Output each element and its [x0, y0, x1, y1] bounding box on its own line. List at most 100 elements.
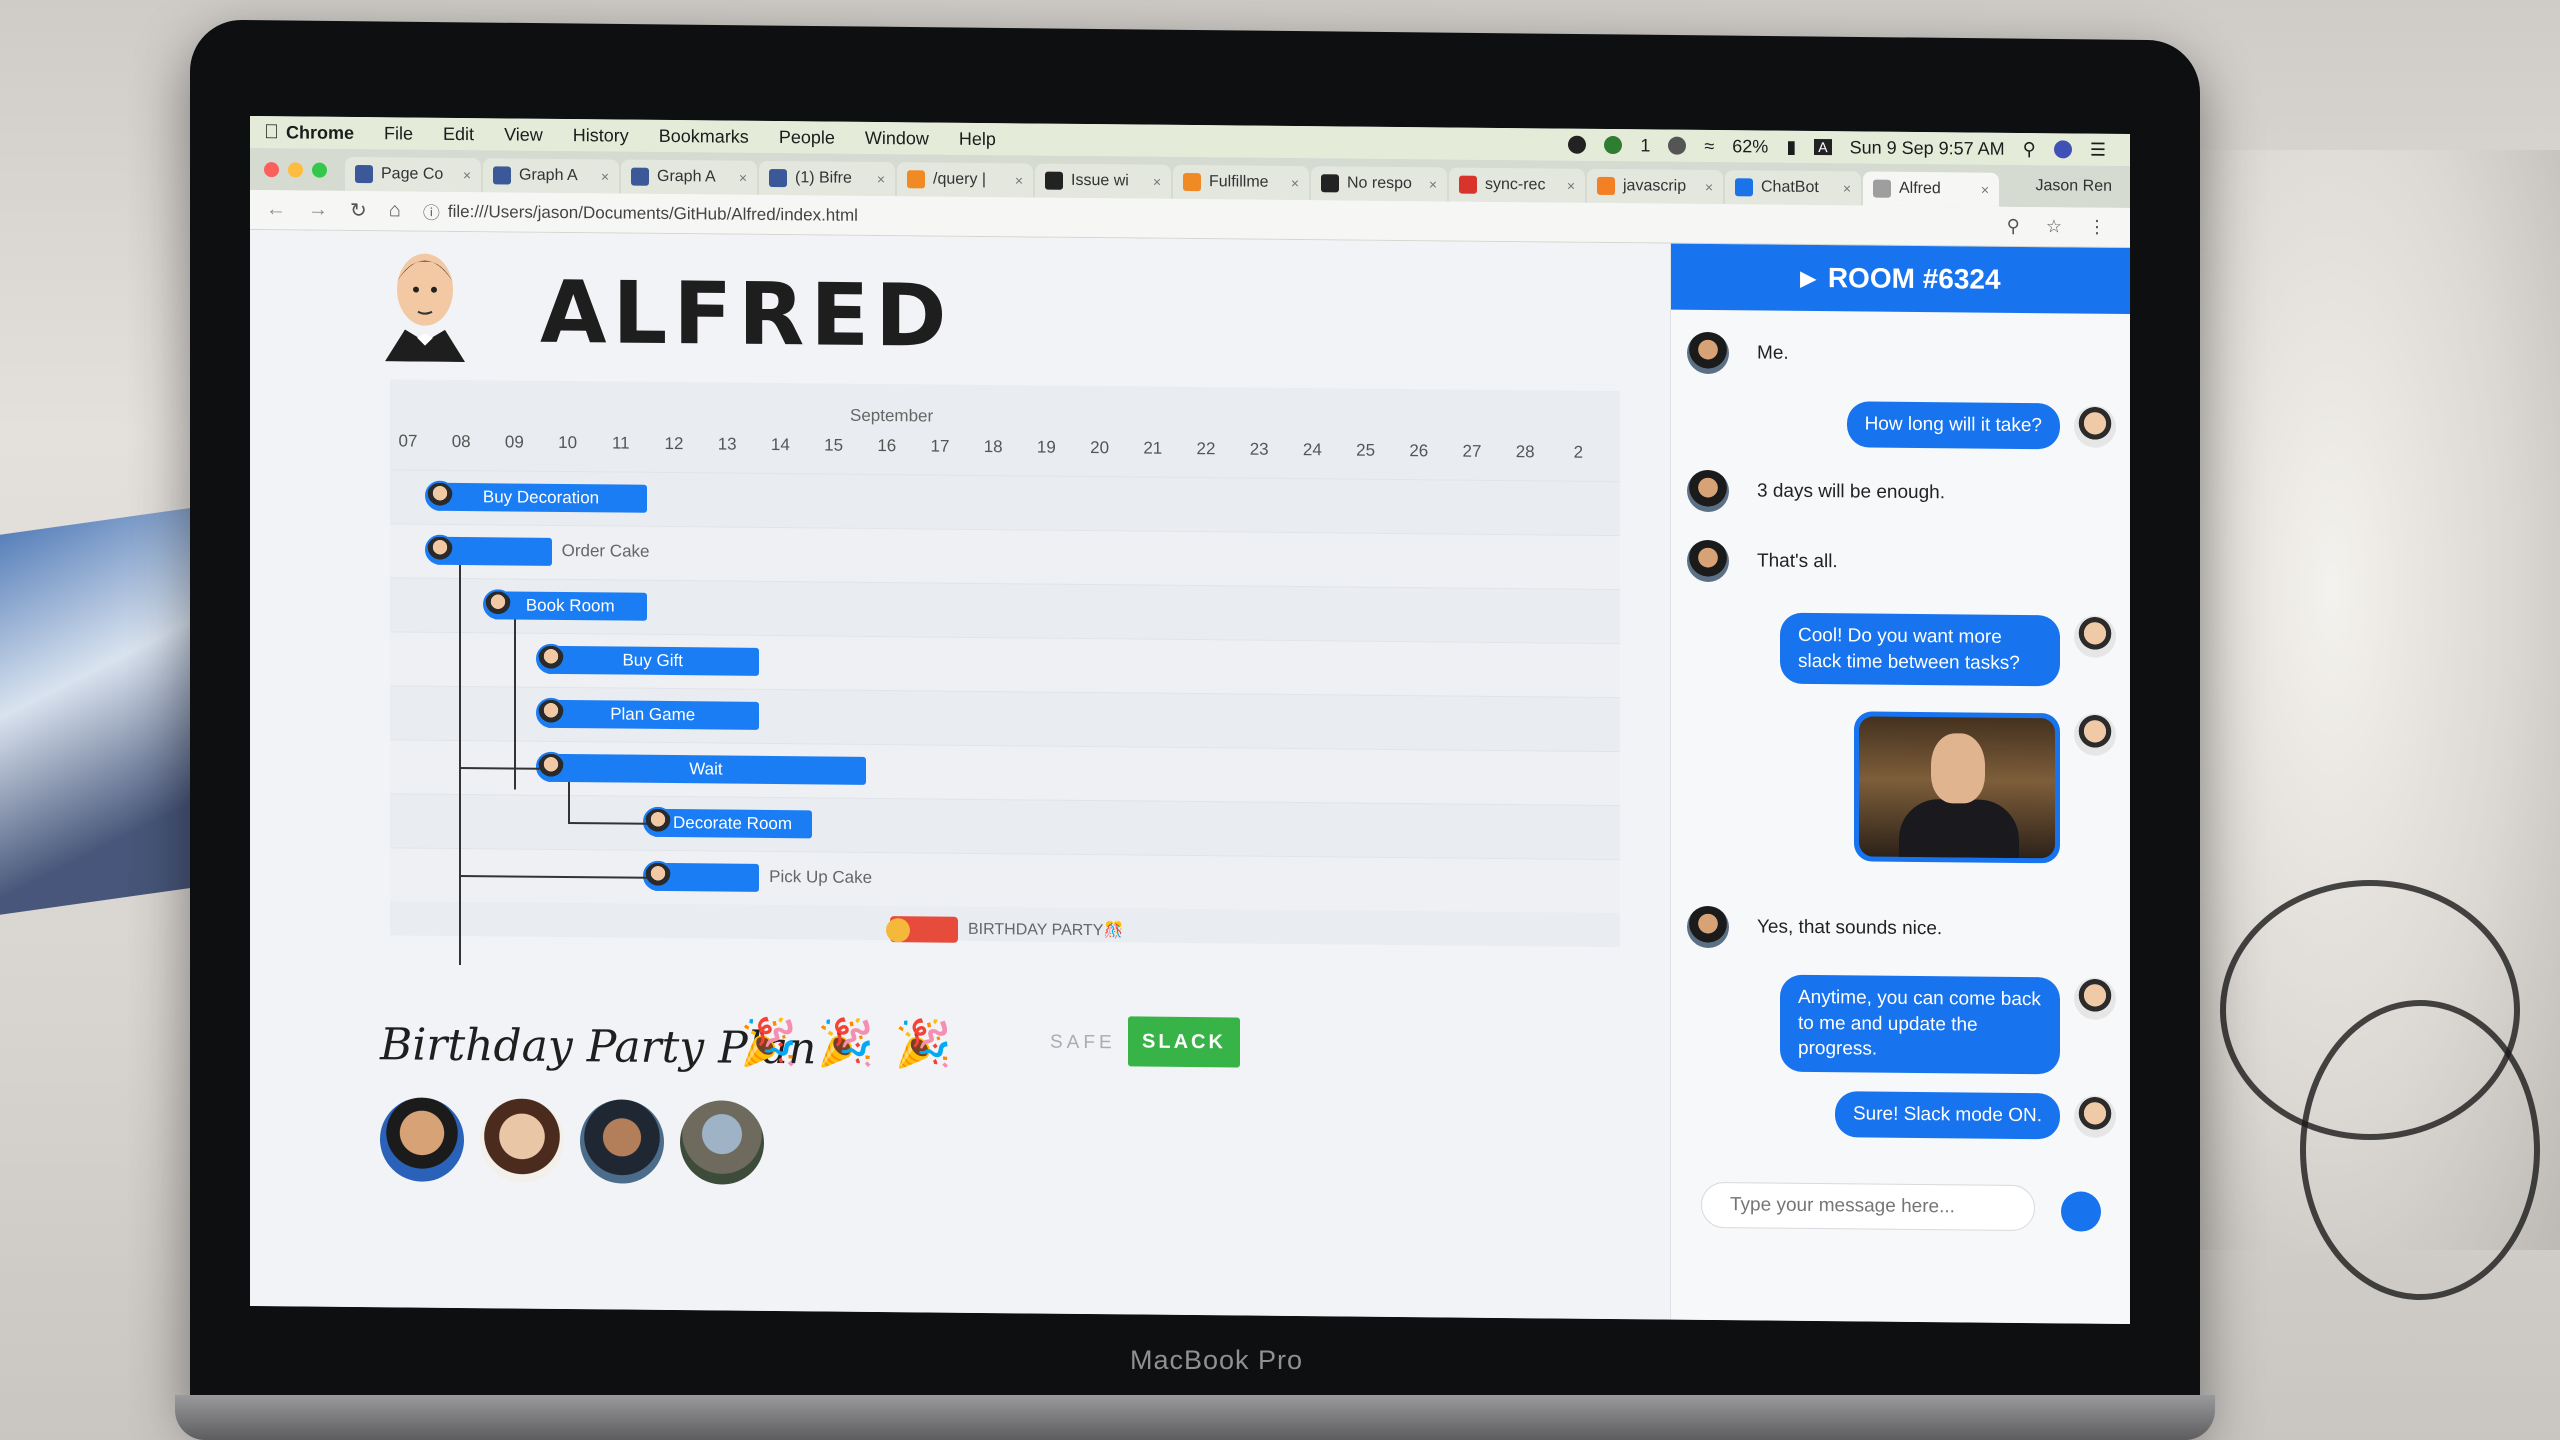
- chat-message-input[interactable]: [1701, 1181, 2035, 1232]
- zoom-window-button[interactable]: [312, 162, 327, 178]
- menu-help[interactable]: Help: [959, 128, 996, 149]
- chat-message-in: Yes, that sounds nice.: [1687, 905, 1956, 951]
- wechat-icon[interactable]: [1604, 135, 1623, 155]
- message-text: Me.: [1757, 342, 1789, 364]
- minimize-window-button[interactable]: [288, 161, 303, 177]
- safe-mode-button[interactable]: SAFE: [1050, 1032, 1116, 1055]
- menu-file[interactable]: File: [384, 123, 413, 144]
- menu-app-name[interactable]: Chrome: [286, 122, 354, 144]
- bookmark-star-icon[interactable]: ☆: [2046, 216, 2062, 237]
- user-avatar: [1687, 469, 1729, 513]
- close-window-button[interactable]: [264, 161, 279, 177]
- assignee-avatar: [424, 480, 455, 511]
- assignee-avatar: [424, 534, 455, 565]
- battery-icon[interactable]: ▮: [1786, 136, 1796, 157]
- gantt-task-bar[interactable]: Plan Game: [536, 697, 760, 730]
- siri-icon[interactable]: [2053, 140, 2072, 159]
- gantt-task-label: Order Cake: [561, 540, 650, 561]
- menu-people[interactable]: People: [779, 127, 835, 149]
- input-source-icon[interactable]: A: [1814, 138, 1832, 156]
- forward-arrow-icon[interactable]: →: [308, 199, 328, 222]
- reload-icon[interactable]: ↻: [350, 198, 367, 223]
- close-tab-icon[interactable]: ×: [1015, 172, 1023, 188]
- close-tab-icon[interactable]: ×: [1705, 179, 1713, 195]
- gantt-task-bar[interactable]: Decorate Room: [642, 806, 813, 839]
- gantt-task-bar[interactable]: Book Room: [483, 589, 648, 621]
- gantt-day-label: 21: [1143, 438, 1163, 458]
- close-tab-icon[interactable]: ×: [1153, 174, 1161, 190]
- notification-center-icon[interactable]: ☰: [2090, 139, 2106, 160]
- gantt-day-label: 09: [504, 432, 524, 452]
- close-tab-icon[interactable]: ×: [1291, 175, 1299, 191]
- birthday-party-milestone[interactable]: [886, 916, 958, 943]
- gantt-month-label: September: [850, 405, 934, 426]
- browser-tab[interactable]: Graph A ×: [621, 159, 757, 195]
- browser-tab[interactable]: Issue wi ×: [1035, 163, 1171, 199]
- browser-tab[interactable]: No respo ×: [1311, 166, 1447, 202]
- browser-tab[interactable]: Graph A ×: [483, 158, 619, 194]
- close-tab-icon[interactable]: ×: [1981, 182, 1989, 198]
- send-button[interactable]: [2061, 1191, 2101, 1232]
- alfred-butler-image[interactable]: [1854, 711, 2060, 864]
- chat-message-out: Anytime, you can come back to me and upd…: [1780, 974, 2116, 1075]
- gantt-task-label: Decorate Room: [672, 813, 793, 834]
- chat-room-header[interactable]: ▶ ROOM #6324: [1671, 243, 2130, 315]
- apple-icon[interactable]: : [264, 121, 286, 144]
- info-icon[interactable]: ⓘ: [423, 199, 440, 224]
- browser-tab[interactable]: /query | ×: [897, 162, 1033, 198]
- gantt-task-bar[interactable]: Wait: [536, 751, 866, 785]
- close-tab-icon[interactable]: ×: [739, 170, 747, 186]
- gantt-task-bar[interactable]: Buy Gift: [536, 643, 760, 676]
- clock[interactable]: Sun 9 Sep 9:57 AM: [1850, 137, 2005, 159]
- chatbot-icon: [1735, 178, 1753, 197]
- facebook-icon: [631, 167, 649, 186]
- zoom-icon[interactable]: ⚲: [2007, 216, 2020, 237]
- menu-history[interactable]: History: [573, 125, 629, 147]
- browser-tab[interactable]: (1) Bifre ×: [759, 160, 895, 197]
- gantt-day-label: 27: [1462, 441, 1482, 461]
- menu-edit[interactable]: Edit: [443, 123, 474, 144]
- milestone-icon: [886, 918, 910, 943]
- home-icon[interactable]: ⌂: [389, 199, 401, 222]
- browser-tab[interactable]: javascrip ×: [1587, 168, 1723, 205]
- creative-cloud-icon[interactable]: [1668, 136, 1687, 155]
- gantt-day-label: 20: [1090, 438, 1110, 458]
- gantt-task-label: Book Room: [525, 595, 615, 616]
- member-avatar[interactable]: [480, 1098, 564, 1183]
- gantt-day-label: 08: [451, 431, 471, 452]
- close-tab-icon[interactable]: ×: [1843, 180, 1851, 196]
- menu-view[interactable]: View: [504, 124, 543, 145]
- profile-name[interactable]: Jason Ren: [2036, 177, 2131, 196]
- url-field[interactable]: file:///Users/jason/Documents/GitHub/Alf…: [448, 201, 858, 225]
- browser-tab[interactable]: Fulfillme ×: [1173, 164, 1309, 201]
- menu-kebab-icon[interactable]: ⋮: [2088, 217, 2106, 238]
- slack-mode-button[interactable]: SLACK: [1128, 1016, 1240, 1068]
- record-icon[interactable]: [1568, 135, 1587, 154]
- gantt-task-bar[interactable]: [424, 534, 552, 566]
- close-tab-icon[interactable]: ×: [1429, 176, 1437, 192]
- close-tab-icon[interactable]: ×: [1567, 178, 1575, 194]
- close-tab-icon[interactable]: ×: [463, 167, 471, 183]
- toolbar-actions: ⚲ ☆ ⋮: [2007, 216, 2130, 238]
- gantt-day-label: 28: [1515, 442, 1535, 462]
- stackoverflow-icon: [1597, 176, 1615, 196]
- close-tab-icon[interactable]: ×: [601, 168, 609, 184]
- gantt-task-label: Wait: [689, 759, 723, 779]
- back-arrow-icon[interactable]: ←: [266, 198, 286, 221]
- spotlight-search-icon[interactable]: ⚲: [2023, 138, 2036, 159]
- menu-window[interactable]: Window: [865, 127, 929, 149]
- battery-percent[interactable]: 62%: [1732, 136, 1768, 157]
- browser-tab[interactable]: Page Co ×: [345, 156, 481, 193]
- member-avatar[interactable]: [680, 1100, 764, 1185]
- browser-tab[interactable]: Alfred ×: [1863, 171, 1999, 207]
- gantt-task-bar[interactable]: [642, 860, 760, 892]
- menu-bookmarks[interactable]: Bookmarks: [659, 125, 749, 147]
- message-text: 3 days will be enough.: [1757, 480, 1946, 504]
- gantt-task-bar[interactable]: Buy Decoration: [424, 480, 648, 513]
- wifi-icon[interactable]: ≈: [1704, 135, 1714, 156]
- browser-tab[interactable]: sync-rec ×: [1449, 167, 1585, 203]
- member-avatar[interactable]: [380, 1097, 464, 1183]
- browser-tab[interactable]: ChatBot ×: [1725, 170, 1861, 206]
- member-avatar[interactable]: [580, 1099, 664, 1184]
- close-tab-icon[interactable]: ×: [877, 171, 885, 187]
